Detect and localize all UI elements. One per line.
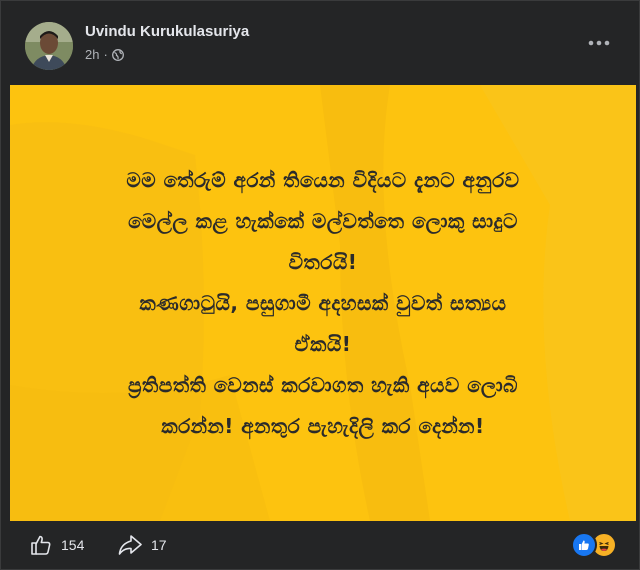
facebook-post: Uvindu Kurukulasuriya 2h · මම තේරුම් අරන… [0, 0, 640, 570]
avatar[interactable] [25, 22, 73, 70]
post-header: Uvindu Kurukulasuriya 2h · [1, 1, 639, 85]
banner-line: කණගාටුයි, පසුගාමී අදහසක් වුවත් සත්‍යය [139, 291, 507, 315]
banner-line: මම තේරුම් අරන් තියෙන විදියට දැනට අනුරව [126, 168, 520, 192]
more-options-icon[interactable] [585, 33, 613, 53]
like-button[interactable]: 154 [29, 533, 84, 557]
reactions-summary[interactable] [571, 532, 617, 558]
author-name[interactable]: Uvindu Kurukulasuriya [85, 23, 249, 40]
like-count: 154 [61, 537, 85, 553]
share-button[interactable]: 17 [117, 533, 167, 557]
banner-line: ප්‍රතිපත්ති වෙනස් කරවාගත හැකි අයව ලොබි [128, 373, 518, 397]
banner-line: කරන්න! අනතුර පැහැදිලි කර දෙන්න! [161, 414, 485, 438]
post-meta: 2h · [85, 47, 124, 62]
banner-text: මම තේරුම් අරන් තියෙන විදියට දැනට අනුරව ම… [40, 160, 606, 447]
post-footer: 154 17 [1, 523, 639, 569]
meta-separator: · [103, 47, 108, 62]
thumbs-up-icon [29, 533, 53, 557]
globe-icon [111, 48, 124, 61]
text-banner-image[interactable]: මම තේරුම් අරන් තියෙන විදියට දැනට අනුරව ම… [10, 85, 636, 521]
share-count: 17 [151, 537, 167, 553]
banner-line: මෙල්ල කළ හැක්කේ මල්වත්තෙ ලොකු සාදුට [128, 209, 518, 233]
share-arrow-icon [117, 533, 143, 557]
banner-line: ඒකයි! [294, 332, 352, 356]
banner-line: විතරයි! [288, 250, 358, 274]
like-reaction-icon [571, 532, 597, 558]
post-time[interactable]: 2h [85, 47, 99, 62]
